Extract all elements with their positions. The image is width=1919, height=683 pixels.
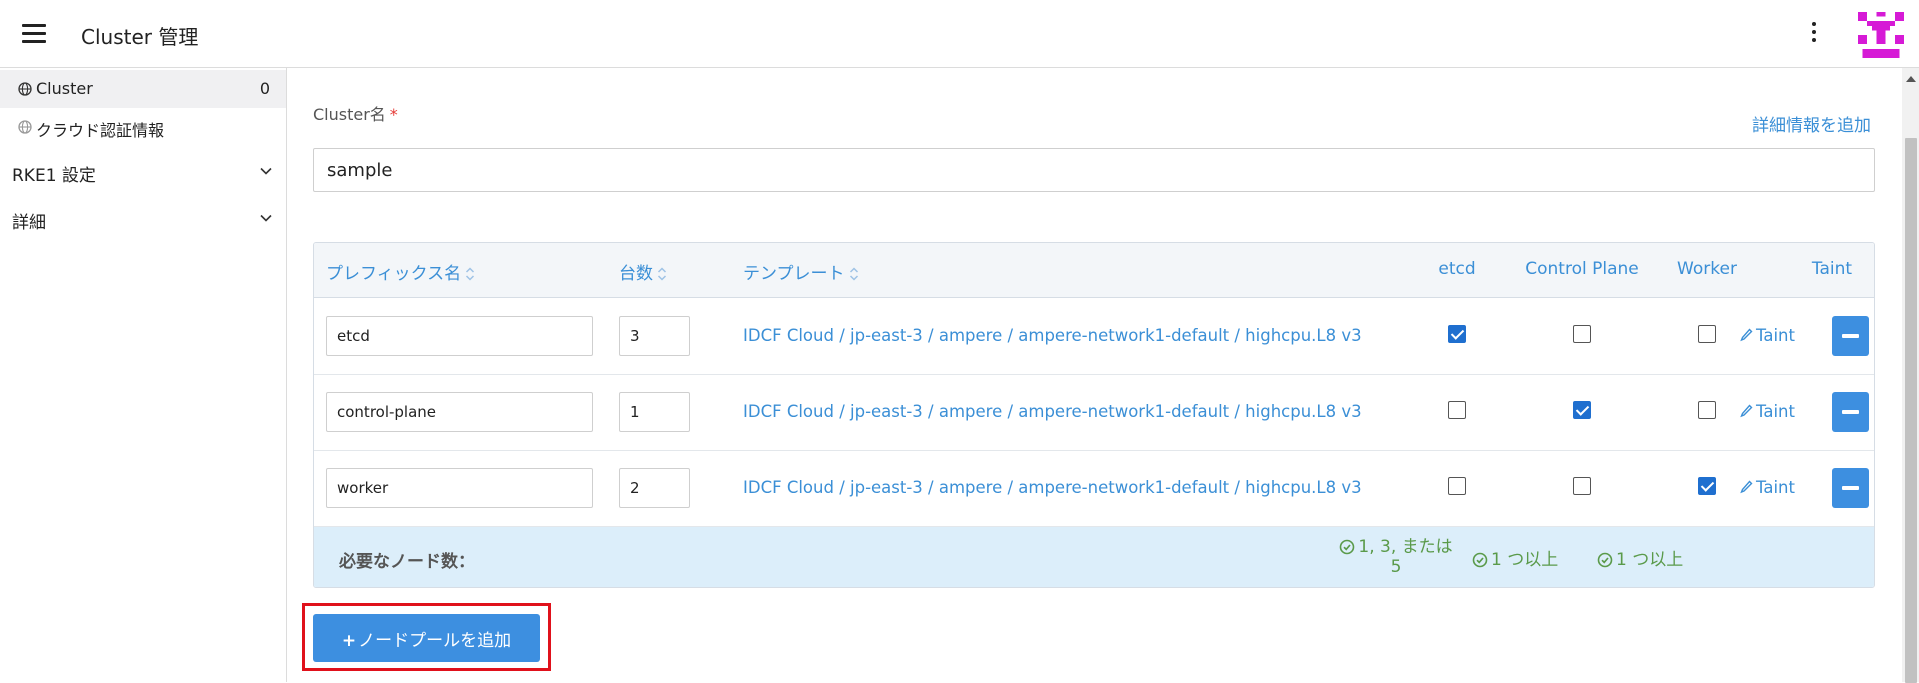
prefix-input[interactable] (326, 392, 593, 432)
sidebar-item-cloud-credentials[interactable]: クラウド認証情報 (0, 108, 286, 146)
column-header-label: テンプレート (743, 264, 845, 284)
sort-icon (849, 267, 858, 281)
globe-icon (18, 82, 32, 96)
worker-checkbox[interactable] (1698, 325, 1716, 343)
remove-pool-button[interactable] (1832, 316, 1869, 356)
sidebar-group-label: 詳細 (12, 213, 46, 233)
etcd-requirement: 1, 3, または 5 (1336, 532, 1456, 577)
column-header-label: プレフィックス名 (326, 264, 462, 284)
sidebar-group-rke1-settings[interactable]: RKE1 設定 (0, 152, 286, 190)
user-avatar[interactable] (1858, 12, 1904, 58)
minus-icon (1842, 410, 1859, 414)
add-detail-link[interactable]: 詳細情報を追加 (1752, 111, 1871, 136)
sidebar-item-cluster[interactable]: Cluster 0 (0, 70, 286, 108)
taint-label: Taint (1756, 326, 1795, 345)
table-row: IDCF Cloud / jp-east-3 / ampere / ampere… (314, 299, 1874, 375)
chevron-down-icon (260, 167, 272, 175)
column-header-taint: Taint (1811, 259, 1853, 279)
cluster-name-label-text: Cluster名 (313, 105, 386, 124)
remove-pool-button[interactable] (1832, 468, 1869, 508)
etcd-requirement-text: 1, 3, または (1358, 537, 1453, 557)
scrollbar-thumb[interactable] (1905, 138, 1917, 683)
add-node-pool-button[interactable]: + ノードプールを追加 (313, 614, 540, 662)
minus-icon (1842, 334, 1859, 338)
taint-link[interactable]: Taint (1740, 402, 1795, 421)
template-link[interactable]: IDCF Cloud / jp-east-3 / ampere / ampere… (743, 478, 1362, 497)
pencil-icon (1740, 404, 1753, 418)
prefix-input[interactable] (326, 468, 593, 508)
remove-pool-button[interactable] (1832, 392, 1869, 432)
template-link[interactable]: IDCF Cloud / jp-east-3 / ampere / ampere… (743, 402, 1362, 421)
sidebar-group-label: RKE1 設定 (12, 166, 96, 186)
sidebar-item-label: クラウド認証情報 (36, 121, 165, 140)
sort-icon (657, 267, 667, 281)
column-header-etcd: etcd (1438, 259, 1476, 279)
worker-checkbox[interactable] (1698, 477, 1716, 495)
globe-icon (18, 120, 32, 134)
sort-icon (466, 267, 475, 281)
control-plane-requirement-text: 1 つ以上 (1491, 550, 1559, 570)
minus-icon (1842, 486, 1859, 490)
etcd-checkbox[interactable] (1448, 325, 1466, 343)
column-header-label: 台数 (619, 264, 653, 284)
prefix-input[interactable] (326, 316, 593, 356)
etcd-checkbox[interactable] (1448, 477, 1466, 495)
table-row: IDCF Cloud / jp-east-3 / ampere / ampere… (314, 375, 1874, 451)
etcd-requirement-text-2: 5 (1390, 557, 1402, 577)
required-nodes-label: 必要なノード数： (339, 552, 475, 572)
taint-link[interactable]: Taint (1740, 478, 1795, 497)
count-input[interactable] (619, 468, 690, 508)
pencil-icon (1740, 480, 1753, 494)
control-plane-checkbox[interactable] (1573, 401, 1591, 419)
worker-checkbox[interactable] (1698, 401, 1716, 419)
check-circle-icon (1597, 552, 1613, 568)
control-plane-checkbox[interactable] (1573, 477, 1591, 495)
plus-icon: + (341, 630, 357, 651)
taint-label: Taint (1756, 402, 1795, 421)
cluster-name-input[interactable] (313, 148, 1875, 192)
pencil-icon (1740, 328, 1753, 342)
template-link[interactable]: IDCF Cloud / jp-east-3 / ampere / ampere… (743, 326, 1362, 345)
etcd-checkbox[interactable] (1448, 401, 1466, 419)
taint-label: Taint (1756, 478, 1795, 497)
count-input[interactable] (619, 392, 690, 432)
control-plane-checkbox[interactable] (1573, 325, 1591, 343)
count-input[interactable] (619, 316, 690, 356)
cluster-name-label: Cluster名 * (313, 101, 398, 125)
chevron-down-icon (260, 214, 272, 222)
control-plane-requirement: 1 つ以上 (1472, 545, 1558, 570)
taint-link[interactable]: Taint (1740, 326, 1795, 345)
scroll-up-arrow-icon[interactable] (1906, 76, 1916, 82)
top-bar: Cluster 管理 (0, 0, 1919, 68)
check-circle-icon (1340, 539, 1355, 555)
column-header-template[interactable]: テンプレート (743, 259, 859, 284)
node-pool-table: プレフィックス名 台数 テンプレート etcd Control Plane Wo… (313, 242, 1875, 588)
sidebar: Cluster 0 クラウド認証情報 RKE1 設定 詳細 (0, 68, 287, 682)
app-title: Cluster 管理 (81, 25, 199, 49)
column-header-prefix[interactable]: プレフィックス名 (326, 259, 475, 284)
required-mark: * (389, 105, 398, 124)
add-node-pool-label: ノードプールを追加 (358, 630, 512, 651)
table-row: IDCF Cloud / jp-east-3 / ampere / ampere… (314, 451, 1874, 527)
hamburger-menu-icon[interactable] (22, 24, 46, 44)
column-header-worker: Worker (1677, 259, 1737, 279)
sidebar-item-label: Cluster (36, 79, 93, 98)
vertical-scrollbar[interactable] (1902, 68, 1919, 683)
sidebar-group-details[interactable]: 詳細 (0, 199, 286, 237)
sidebar-item-count: 0 (259, 79, 270, 98)
table-header: プレフィックス名 台数 テンプレート etcd Control Plane Wo… (314, 243, 1874, 298)
worker-requirement-text: 1 つ以上 (1616, 550, 1684, 570)
column-header-count[interactable]: 台数 (619, 259, 667, 284)
worker-requirement: 1 つ以上 (1597, 545, 1683, 570)
node-requirements-row: 必要なノード数： 1, 3, または 5 1 つ以上 1 つ以上 (314, 527, 1874, 587)
kebab-menu-icon[interactable] (1810, 22, 1818, 46)
column-header-control-plane: Control Plane (1525, 259, 1639, 279)
check-circle-icon (1472, 552, 1488, 568)
